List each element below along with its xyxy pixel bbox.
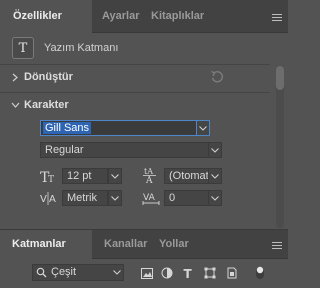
tracking-icon: VA [142, 190, 160, 206]
layers-panel: Katmanlar Kanallar Yollar Çeşit T [0, 229, 288, 288]
font-style-value: Regular [45, 144, 84, 156]
layer-filter-dropdown[interactable] [110, 265, 124, 280]
leading-input[interactable]: (Otomatik) [164, 168, 210, 184]
font-family-input[interactable]: Gill Sans [40, 120, 210, 136]
tracking-dropdown[interactable] [208, 190, 222, 206]
layer-type-row: T Yazım Katmanı [12, 37, 118, 59]
kerning-icon: VA [40, 190, 60, 206]
tracking-input[interactable]: 0 [164, 190, 210, 206]
font-size-dropdown[interactable] [108, 168, 122, 184]
svg-text:VA: VA [143, 193, 156, 203]
layer-type-label: Yazım Katmanı [44, 42, 119, 54]
divider [0, 64, 270, 65]
font-family-dropdown[interactable] [196, 120, 210, 136]
svg-text:T: T [184, 267, 193, 279]
scrollbar-track[interactable] [276, 66, 284, 228]
svg-text:A: A [49, 194, 56, 205]
type-layer-icon: T [12, 37, 34, 59]
tab-layers[interactable]: Katmanlar [0, 230, 92, 259]
type-layer-filter-icon[interactable]: T [181, 266, 195, 280]
transform-section-header[interactable]: Dönüştür [0, 68, 270, 86]
tab-paths[interactable]: Yollar [159, 230, 189, 259]
kerning-dropdown[interactable] [108, 190, 122, 206]
reset-transform-icon[interactable] [210, 70, 224, 84]
layers-tab-bar: Katmanlar Kanallar Yollar [0, 230, 288, 259]
kerning-value: Metrik [67, 192, 97, 204]
divider [0, 92, 270, 93]
chevron-down-icon [111, 173, 119, 179]
font-style-select[interactable]: Regular [40, 142, 222, 158]
panel-menu-icon[interactable] [272, 14, 282, 21]
kerning-select[interactable]: Metrik [62, 190, 108, 206]
shape-layer-filter-icon[interactable] [203, 266, 217, 280]
svg-text:tA: tA [144, 167, 153, 176]
tab-channels[interactable]: Kanallar [104, 230, 147, 259]
chevron-down-icon [211, 195, 219, 201]
chevron-down-icon [211, 147, 219, 153]
adjustment-layer-filter-icon[interactable] [160, 266, 174, 280]
tab-libraries[interactable]: Kitaplıklar [151, 0, 204, 33]
chevron-right-icon[interactable] [10, 72, 20, 82]
scrollbar-thumb[interactable] [276, 66, 284, 90]
svg-text:A: A [145, 176, 153, 184]
leading-icon: tA A [142, 166, 160, 186]
svg-text:V: V [40, 194, 47, 205]
tab-adjustments[interactable]: Ayarlar [102, 0, 140, 33]
chevron-down-icon [113, 270, 121, 275]
search-icon [36, 267, 47, 278]
font-style-dropdown[interactable] [208, 142, 222, 158]
tracking-value: 0 [169, 192, 176, 204]
leading-dropdown[interactable] [208, 168, 222, 184]
font-size-value: 12 pt [67, 170, 92, 182]
font-size-input[interactable]: 12 pt [62, 168, 108, 184]
font-size-icon: TT [40, 168, 58, 186]
transform-section-label: Dönüştür [24, 71, 73, 83]
properties-tab-bar: Özellikler Ayarlar Kitaplıklar [0, 0, 288, 33]
chevron-down-icon [111, 195, 119, 201]
pixel-layer-filter-icon[interactable] [140, 266, 154, 280]
leading-value: (Otomatik) [169, 170, 209, 182]
chevron-down-icon [199, 125, 207, 131]
character-section-header[interactable]: Karakter [0, 96, 270, 114]
properties-panel: Özellikler Ayarlar Kitaplıklar T Yazım K… [0, 0, 288, 228]
chevron-down-icon[interactable] [10, 100, 20, 110]
panel-menu-icon[interactable] [272, 242, 282, 249]
tab-properties[interactable]: Özellikler [0, 0, 92, 33]
smart-object-filter-icon[interactable] [225, 266, 239, 280]
font-family-value: Gill Sans [43, 122, 92, 134]
svg-text:T: T [48, 175, 54, 184]
layer-filter-value: Çeşit [51, 266, 77, 278]
character-section-label: Karakter [24, 99, 69, 111]
chevron-down-icon [211, 173, 219, 179]
filter-toggle-icon[interactable] [253, 266, 267, 280]
